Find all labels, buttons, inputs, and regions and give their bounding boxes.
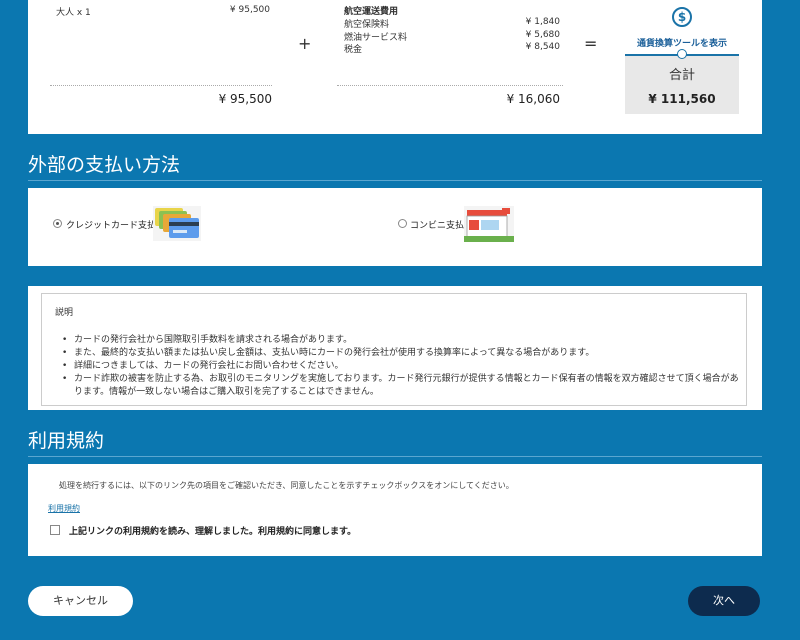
description-box: 説明 カードの発行会社から国際取引手数料を請求される場合があります。 また、最終… <box>41 293 747 406</box>
total-label: 合計 <box>668 68 695 83</box>
tax-label: 税金 <box>344 45 363 55</box>
insurance-label: 航空保険料 <box>344 20 390 30</box>
currency-exchange-icon: $ <box>672 7 692 27</box>
expand-indicator-icon <box>677 49 687 59</box>
cancel-button[interactable]: キャンセル <box>28 586 133 616</box>
currency-tool-label: 通貨換算ツールを表示 <box>636 39 727 49</box>
terms-section-title: 利用規約 <box>28 430 105 452</box>
convenience-store-icon <box>464 206 514 242</box>
terms-note: 処理を続行するには、以下のリンク先の項目をご確認いただき、同意したことを示すチェ… <box>59 481 514 490</box>
description-title: 説明 <box>55 308 74 318</box>
agree-label[interactable]: 上記リンクの利用規約を読み、理解しました。利用規約に同意します。 <box>69 524 356 537</box>
payment-section-title: 外部の支払い方法 <box>28 154 181 176</box>
surcharge-title: 航空運送費用 <box>344 7 399 17</box>
agree-checkbox[interactable] <box>50 525 60 535</box>
currency-tool-button[interactable]: $ 通貨換算ツールを表示 <box>625 0 739 56</box>
total-value: ¥ 111,560 <box>648 92 716 106</box>
tax-value: ¥ 8,540 <box>525 42 560 52</box>
terms-link[interactable]: 利用規約 <box>48 503 80 514</box>
next-button[interactable]: 次へ <box>688 586 760 616</box>
divider <box>337 85 563 86</box>
description-panel: 説明 カードの発行会社から国際取引手数料を請求される場合があります。 また、最終… <box>28 286 762 410</box>
credit-card-radio[interactable] <box>53 219 62 228</box>
surcharge-subtotal: ¥ 16,060 <box>506 92 560 106</box>
fuel-value: ¥ 5,680 <box>525 30 560 40</box>
payment-method-panel: クレジットカード支払 コンビニ支払 <box>28 188 762 266</box>
terms-panel: 処理を続行するには、以下のリンク先の項目をご確認いただき、同意したことを示すチェ… <box>28 464 762 556</box>
convenience-store-radio[interactable] <box>398 219 407 228</box>
list-item: カードの発行会社から国際取引手数料を請求される場合があります。 <box>56 334 746 347</box>
divider <box>50 85 272 86</box>
fare-summary-panel: 大人 x 1 ¥ 95,500 ¥ 95,500 + 航空運送費用 航空保険料 … <box>28 0 762 134</box>
section-divider <box>28 180 762 181</box>
insurance-value: ¥ 1,840 <box>525 17 560 27</box>
adult-fare-value: ¥ 95,500 <box>229 5 270 15</box>
list-item: また、最終的な支払い額または払い戻し金額は、支払い時にカードの発行会社が使用する… <box>56 347 746 360</box>
adult-fare-label: 大人 x 1 <box>56 8 91 18</box>
convenience-store-label: コンビニ支払 <box>410 221 465 231</box>
plus-sign: + <box>298 34 312 53</box>
description-list: カードの発行会社から国際取引手数料を請求される場合があります。 また、最終的な支… <box>56 334 746 399</box>
list-item: カード詐欺の被害を防止する為、お取引のモニタリングを実施しております。カード発行… <box>56 373 746 399</box>
credit-card-label: クレジットカード支払 <box>66 221 157 231</box>
equals-sign: = <box>584 34 598 53</box>
adult-subtotal: ¥ 95,500 <box>218 92 272 106</box>
list-item: 詳細につきましては、カードの発行会社にお問い合わせください。 <box>56 360 746 373</box>
total-box: $ 通貨換算ツールを表示 合計 ¥ 111,560 <box>625 0 739 114</box>
section-divider <box>28 456 762 457</box>
credit-cards-icon <box>153 206 201 241</box>
